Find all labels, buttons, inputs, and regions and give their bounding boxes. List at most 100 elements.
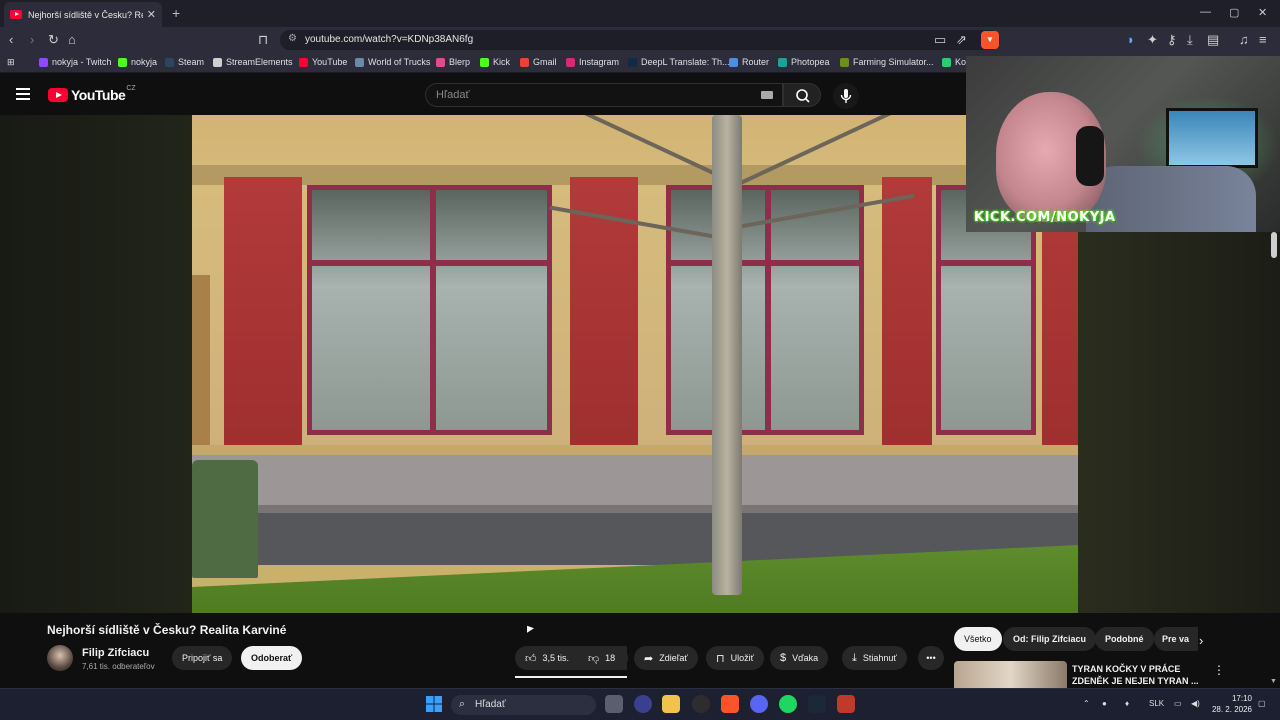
instagram-icon xyxy=(566,57,575,67)
bookmark-item[interactable]: Router xyxy=(729,57,769,67)
recommendation-thumbnail[interactable] xyxy=(954,661,1067,691)
channel-name[interactable]: Filip Zifciacu xyxy=(82,647,149,659)
bookmark-item[interactable]: World of Trucks xyxy=(355,57,430,67)
bookmark-item[interactable]: Kick xyxy=(480,57,510,67)
video-player[interactable] xyxy=(192,115,1078,613)
address-bar[interactable]: ⚙ youtube.com/watch?v=KDNp38AN6fg xyxy=(280,30,1000,50)
youtube-logo[interactable]: YouTube CZ xyxy=(48,85,136,103)
app-icon[interactable] xyxy=(634,695,652,713)
chip-all[interactable]: Všetko xyxy=(954,627,1002,651)
bookmark-label: StreamElements xyxy=(226,57,293,67)
new-tab-icon[interactable]: + xyxy=(172,5,180,21)
headset-icon xyxy=(1076,126,1104,186)
bookmark-label: Instagram xyxy=(579,57,620,67)
language-indicator[interactable]: SLK xyxy=(1149,699,1164,708)
bookmark-label: DeepL Translate: Th... xyxy=(641,57,730,67)
chip-from-channel[interactable]: Od: Filip Zifciacu xyxy=(1003,627,1097,651)
maximize-icon[interactable]: ▢ xyxy=(1229,6,1239,19)
chips-next-icon[interactable]: › xyxy=(1199,633,1203,648)
bookmark-item[interactable]: StreamElements xyxy=(213,57,293,67)
back-icon[interactable]: ‹ xyxy=(9,32,13,48)
hamburger-menu-icon[interactable] xyxy=(16,88,30,100)
close-window-icon[interactable]: ✕ xyxy=(1258,6,1267,19)
bookmark-label: World of Trucks xyxy=(368,57,431,67)
join-button[interactable]: Pripojiť sa xyxy=(172,646,233,670)
video-frame-curb xyxy=(192,505,1078,513)
obs-icon[interactable] xyxy=(692,695,710,713)
thanks-button[interactable]: $ Vďaka xyxy=(770,646,829,670)
scroll-down-icon[interactable]: ▼ xyxy=(1270,678,1277,685)
media-icon[interactable]: ♫ xyxy=(1239,32,1249,48)
brave-browser-icon[interactable] xyxy=(721,695,739,713)
thumbs-down-icon: 👎︎ xyxy=(588,652,600,665)
network-icon[interactable]: ▭ xyxy=(1174,699,1182,708)
reload-icon[interactable]: ↻ xyxy=(48,32,59,48)
bookmark-item[interactable]: YouTube xyxy=(299,57,347,67)
bookmark-item[interactable]: nokyja - Twitch xyxy=(39,57,111,67)
taskbar-clock[interactable]: 17:10 28. 2. 2026 xyxy=(1208,693,1252,715)
menu-icon[interactable]: ≡ xyxy=(1259,32,1267,48)
discord-icon[interactable] xyxy=(750,695,768,713)
notifications-icon[interactable]: ▢ xyxy=(1258,699,1266,708)
file-explorer-icon[interactable] xyxy=(662,695,680,713)
home-icon[interactable]: ⌂ xyxy=(68,32,76,48)
tray-app-icon[interactable]: ● xyxy=(1102,699,1107,708)
url-text: youtube.com/watch?v=KDNp38AN6fg xyxy=(305,34,474,45)
cast-icon[interactable]: ▭ xyxy=(934,32,946,48)
bookmark-label: Ko xyxy=(955,57,967,67)
volume-icon[interactable]: ◀) xyxy=(1191,699,1200,708)
voice-search-button[interactable] xyxy=(833,83,859,109)
dislike-button[interactable]: 👎︎ 18 xyxy=(580,646,628,670)
chip-related[interactable]: Podobné xyxy=(1095,627,1154,651)
audio-icon[interactable]: ◗ xyxy=(1127,32,1135,48)
download-button[interactable]: ⤓ Stiahnuť xyxy=(842,646,907,670)
forward-icon[interactable]: › xyxy=(30,32,34,48)
youtube-favicon-icon xyxy=(10,10,22,19)
bookmark-item[interactable]: nokyja xyxy=(118,57,157,67)
spotify-icon[interactable] xyxy=(779,695,797,713)
more-actions-button[interactable]: ••• xyxy=(918,646,944,670)
windows-start-icon[interactable] xyxy=(426,696,442,712)
bookmark-icon[interactable]: ⊓ xyxy=(258,32,268,48)
site-info-icon[interactable]: ⚙ xyxy=(288,33,297,44)
tab-title: Nejhorší sídliště v Česku? Rea xyxy=(28,9,143,20)
share-button[interactable]: ➦ Zdieľať xyxy=(634,646,698,670)
tab-youtube[interactable]: Nejhorší sídliště v Česku? Rea ✕ xyxy=(4,2,162,27)
recommendation-title[interactable]: TYRAN KOČKY V PRÁCE ZDENĚK JE NEJEN TYRA… xyxy=(1072,663,1202,687)
voicemod-icon[interactable] xyxy=(837,695,855,713)
password-icon[interactable]: ⚷ xyxy=(1167,32,1177,48)
task-view-icon[interactable] xyxy=(605,695,623,713)
trash-icon[interactable]: ▤ xyxy=(1207,32,1219,48)
recommendation-menu-icon[interactable]: ⋮ xyxy=(1213,663,1225,677)
page-scrollbar[interactable] xyxy=(1271,232,1277,258)
minimize-icon[interactable]: — xyxy=(1200,6,1211,18)
bookmark-item[interactable]: Photopea xyxy=(778,57,830,67)
taskbar-search[interactable]: ⌕ Hľadať xyxy=(451,695,596,715)
chip-for-you[interactable]: Pre va xyxy=(1154,627,1198,651)
tray-mic-icon[interactable]: ♦ xyxy=(1125,699,1129,708)
search-button[interactable] xyxy=(783,83,821,107)
subscribe-button[interactable]: Odoberať xyxy=(241,646,303,670)
brave-shield-icon[interactable]: ▼ xyxy=(981,31,999,49)
bookmark-item[interactable]: Steam xyxy=(165,57,204,67)
bookmark-item[interactable]: Ko xyxy=(942,57,966,67)
deepl-icon xyxy=(628,57,637,67)
channel-avatar[interactable] xyxy=(47,645,73,671)
keyboard-icon[interactable] xyxy=(761,91,773,99)
video-frame-pillar xyxy=(882,177,932,467)
extensions-icon[interactable]: ✦ xyxy=(1147,32,1158,48)
bookmark-item[interactable]: Farming Simulator... xyxy=(840,57,934,67)
download-icon[interactable]: ⤓ xyxy=(1187,32,1193,48)
steam-icon[interactable] xyxy=(808,695,826,713)
tray-overflow-icon[interactable]: ⌃ xyxy=(1083,699,1090,708)
save-button[interactable]: ⊓ Uložiť xyxy=(706,646,764,670)
share-label: Zdieľať xyxy=(659,653,688,663)
bookmark-item[interactable]: Gmail xyxy=(520,57,557,67)
bookmark-item[interactable]: DeepL Translate: Th... xyxy=(628,57,730,67)
search-input[interactable]: Hľadať xyxy=(425,83,783,107)
close-tab-icon[interactable]: ✕ xyxy=(147,8,156,21)
bookmark-item[interactable]: Instagram xyxy=(566,57,619,67)
bookmark-item[interactable]: Blerp xyxy=(436,57,470,67)
share-page-icon[interactable]: ⇗ xyxy=(956,32,967,48)
apps-icon[interactable]: ⊞ xyxy=(7,57,15,68)
